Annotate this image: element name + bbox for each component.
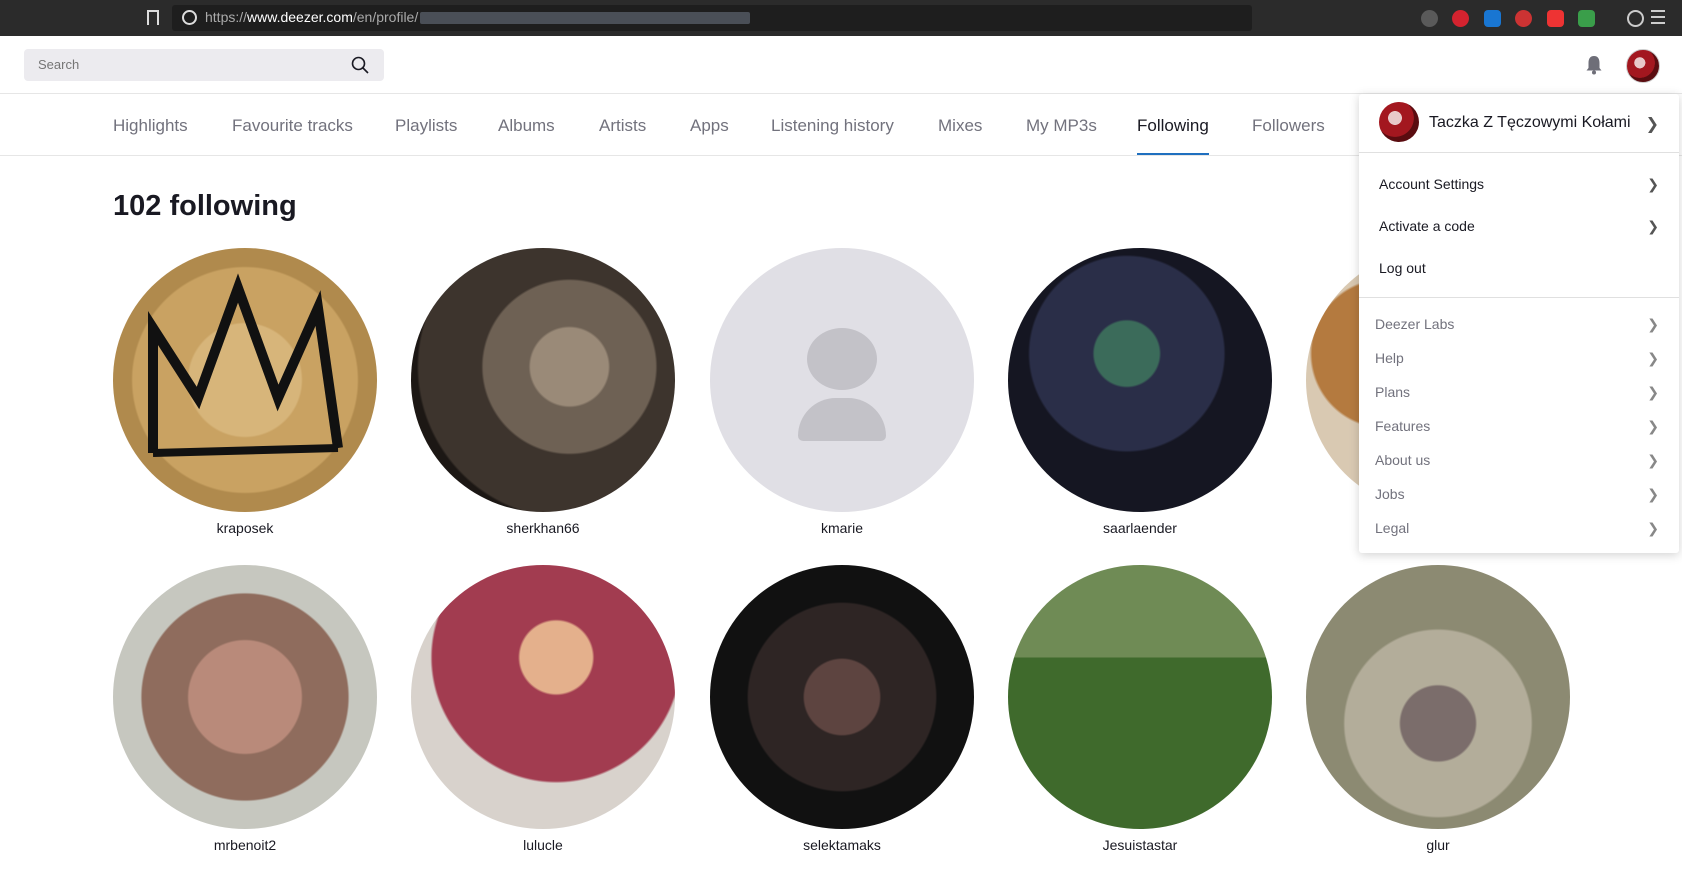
app-header <box>0 36 1682 94</box>
menu-item-features[interactable]: Features <box>1375 418 1430 434</box>
chevron-right-icon: ❯ <box>1647 218 1659 234</box>
url-text[interactable]: https://www.deezer.com/en/profile/ <box>205 9 751 25</box>
url-domain: www.deezer.com <box>247 9 353 25</box>
dropdown-avatar[interactable] <box>1379 102 1419 142</box>
crown-artwork-icon <box>148 273 343 457</box>
default-user-head-icon <box>807 328 877 390</box>
user-card[interactable]: glur <box>1306 565 1570 853</box>
menu-item-plans[interactable]: Plans <box>1375 384 1410 400</box>
user-name[interactable]: Jesuistastar <box>1008 837 1272 853</box>
user-avatar[interactable] <box>113 248 377 512</box>
search-box[interactable] <box>24 49 384 81</box>
user-card[interactable]: lulucle <box>411 565 675 853</box>
menu-item-jobs[interactable]: Jobs <box>1375 486 1405 502</box>
user-name[interactable]: sherkhan66 <box>411 520 675 536</box>
chevron-right-icon: ❯ <box>1647 176 1659 192</box>
url-prefix: https:// <box>205 9 248 25</box>
chevron-right-icon: ❯ <box>1647 384 1659 400</box>
chevron-right-icon: ❯ <box>1647 452 1659 468</box>
tab-artists[interactable]: Artists <box>599 116 646 136</box>
chevron-right-icon: ❯ <box>1647 316 1659 332</box>
account-dropdown: Taczka Z Tęczowymi Kołami ❯ Account Sett… <box>1359 94 1679 553</box>
tab-mixes[interactable]: Mixes <box>938 116 982 136</box>
browser-toolbar: https://www.deezer.com/en/profile/ <box>0 0 1682 36</box>
user-name[interactable]: selektamaks <box>710 837 974 853</box>
chevron-right-icon: ❯ <box>1647 418 1659 434</box>
user-card[interactable]: Jesuistastar <box>1008 565 1272 853</box>
user-name[interactable]: mrbenoit2 <box>113 837 377 853</box>
user-card[interactable]: sherkhan66 <box>411 248 675 536</box>
search-icon[interactable] <box>351 56 369 74</box>
user-avatar[interactable] <box>411 248 675 512</box>
user-avatar[interactable] <box>710 565 974 829</box>
tab-playlists[interactable]: Playlists <box>395 116 457 136</box>
trello-extension-icon[interactable] <box>1484 10 1501 27</box>
user-avatar[interactable] <box>411 565 675 829</box>
search-input[interactable] <box>38 57 338 72</box>
active-tab-indicator <box>1137 153 1209 155</box>
menu-item-about-us[interactable]: About us <box>1375 452 1430 468</box>
dropdown-user-name[interactable]: Taczka Z Tęczowymi Kołami <box>1429 114 1631 132</box>
chevron-right-icon: ❯ <box>1647 486 1659 502</box>
menu-item-account-settings[interactable]: Account Settings <box>1379 176 1484 192</box>
user-avatar[interactable] <box>1306 565 1570 829</box>
avatar[interactable] <box>1626 49 1660 83</box>
grammar-extension-icon[interactable] <box>1578 10 1595 27</box>
menu-item-deezer-labs[interactable]: Deezer Labs <box>1375 316 1454 332</box>
chevron-right-icon: ❯ <box>1645 116 1659 133</box>
user-card[interactable]: mrbenoit2 <box>113 565 377 853</box>
bookmark-icon[interactable] <box>147 10 159 25</box>
user-name[interactable]: lulucle <box>411 837 675 853</box>
tab-listening-history[interactable]: Listening history <box>771 116 894 136</box>
globe-icon <box>182 10 197 25</box>
chevron-right-icon: ❯ <box>1647 350 1659 366</box>
menu-item-help[interactable]: Help <box>1375 350 1404 366</box>
user-card[interactable]: saarlaender <box>1008 248 1272 536</box>
page-title: 102 following <box>113 190 297 222</box>
account-icon[interactable] <box>1627 10 1644 27</box>
user-name[interactable]: saarlaender <box>1008 520 1272 536</box>
pocket-extension-icon[interactable] <box>1421 10 1438 27</box>
user-name[interactable]: glur <box>1306 837 1570 853</box>
user-name[interactable]: kraposek <box>113 520 377 536</box>
divider <box>1359 152 1679 153</box>
user-avatar[interactable] <box>710 248 974 512</box>
tab-apps[interactable]: Apps <box>690 116 729 136</box>
tab-followers[interactable]: Followers <box>1252 116 1325 136</box>
tab-albums[interactable]: Albums <box>498 116 555 136</box>
user-avatar[interactable] <box>113 565 377 829</box>
menu-item-log-out[interactable]: Log out <box>1379 260 1426 276</box>
menu-icon[interactable] <box>1651 10 1665 28</box>
user-card[interactable]: kmarie <box>710 248 974 536</box>
lastpass-extension-icon[interactable] <box>1547 10 1564 27</box>
tab-highlights[interactable]: Highlights <box>113 116 188 136</box>
ublock-extension-icon[interactable] <box>1515 10 1532 27</box>
tab-following[interactable]: Following <box>1137 116 1209 136</box>
bell-icon[interactable] <box>1585 55 1603 75</box>
default-user-body-icon <box>798 398 886 441</box>
adblock-extension-icon[interactable] <box>1452 10 1469 27</box>
user-card[interactable]: kraposek <box>113 248 377 536</box>
user-avatar[interactable] <box>1008 565 1272 829</box>
menu-item-activate-code[interactable]: Activate a code <box>1379 218 1475 234</box>
divider <box>1359 297 1679 298</box>
url-redacted <box>420 12 751 25</box>
chevron-right-icon: ❯ <box>1647 520 1659 536</box>
menu-item-legal[interactable]: Legal <box>1375 520 1409 536</box>
tab-my-mp3s[interactable]: My MP3s <box>1026 116 1097 136</box>
user-avatar[interactable] <box>1008 248 1272 512</box>
url-path: /en/profile/ <box>352 9 419 25</box>
tab-favourite-tracks[interactable]: Favourite tracks <box>232 116 353 136</box>
user-card[interactable]: selektamaks <box>710 565 974 853</box>
user-name[interactable]: kmarie <box>710 520 974 536</box>
